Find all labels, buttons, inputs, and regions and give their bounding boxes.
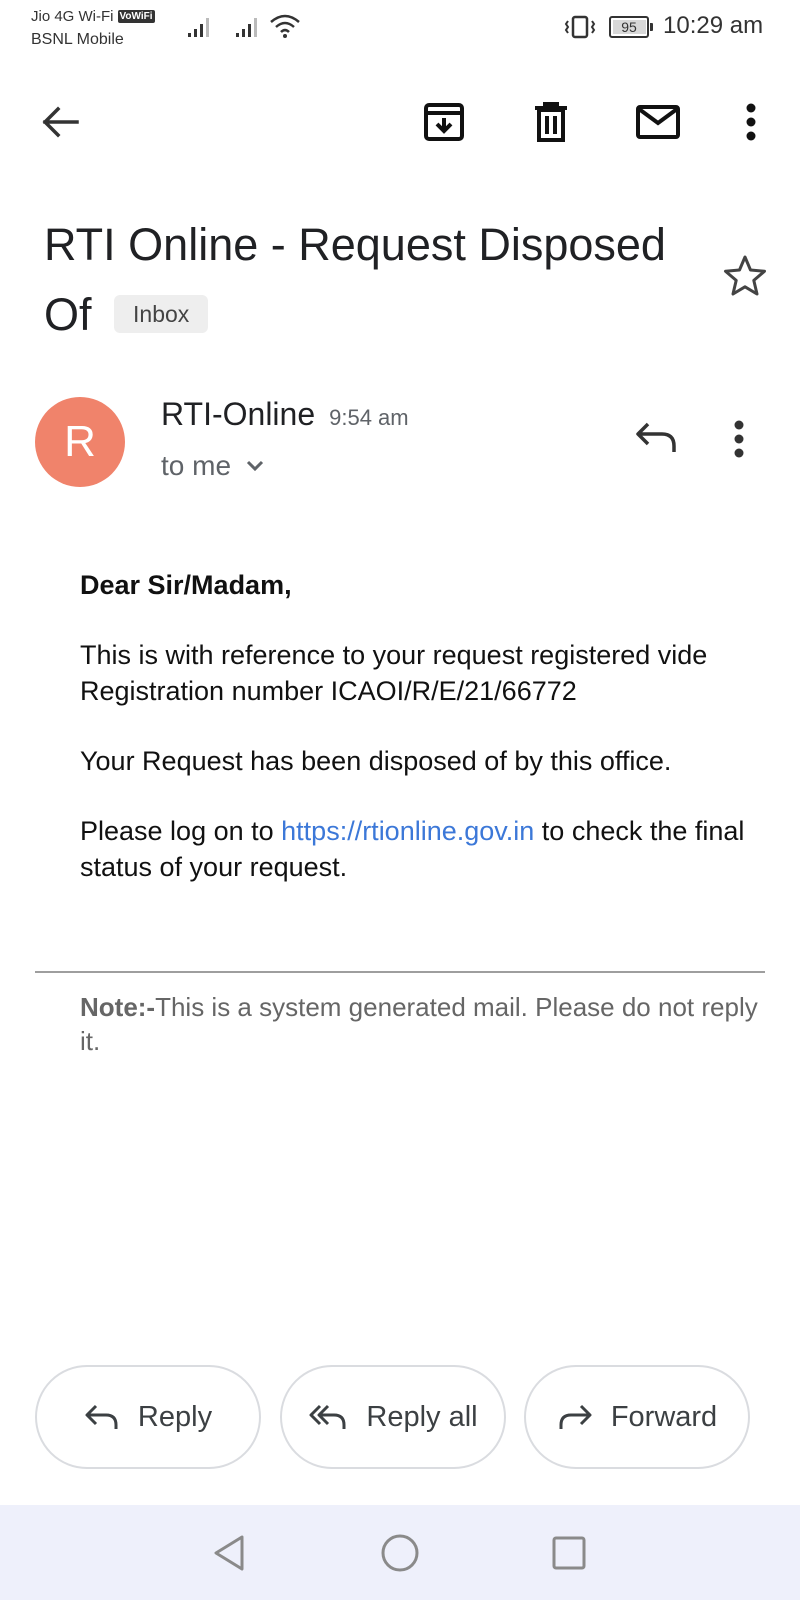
reply-icon[interactable]	[634, 420, 678, 454]
nav-home-button[interactable]	[376, 1529, 424, 1577]
reply-icon	[85, 1404, 118, 1429]
nav-recents-button[interactable]	[545, 1529, 593, 1577]
nav-back-button[interactable]	[205, 1529, 253, 1577]
body-greeting: Dear Sir/Madam,	[80, 570, 292, 600]
body-paragraph-1: This is with reference to your request r…	[80, 640, 708, 706]
signal-strength-icon	[236, 18, 257, 37]
forward-icon	[559, 1404, 592, 1429]
delete-icon[interactable]	[527, 98, 575, 146]
recipients-toggle[interactable]: to me	[161, 450, 265, 482]
reply-all-button[interactable]: Reply all	[280, 1365, 506, 1469]
reply-all-label: Reply all	[366, 1400, 478, 1433]
body-paragraph-3: Please log on to https://rtionline.gov.i…	[80, 813, 760, 885]
circle-home-icon	[381, 1534, 419, 1572]
sender-line: RTI-Online 9:54 am	[161, 396, 409, 433]
more-vert-icon[interactable]	[733, 420, 745, 458]
sent-time: 9:54 am	[329, 405, 409, 430]
clock: 10:29 am	[663, 12, 764, 39]
carrier-1: Jio 4G Wi-Fi VoWiFi	[31, 8, 155, 25]
system-note: Note:-This is a system generated mail. P…	[80, 990, 760, 1058]
status-bar: Jio 4G Wi-Fi VoWiFi BSNL Mobile 95 10:29…	[0, 0, 800, 56]
label-chip-inbox[interactable]: Inbox	[114, 295, 209, 334]
wifi-icon	[270, 14, 300, 38]
mark-unread-icon[interactable]	[634, 98, 682, 146]
sender-name[interactable]: RTI-Online	[161, 396, 315, 433]
email-subject-block: RTI Online - Request Disposed Of Inbox	[44, 210, 684, 350]
reply-button[interactable]: Reply	[35, 1365, 261, 1469]
para3-prefix: Please log on to	[80, 816, 282, 846]
toolbar	[0, 88, 800, 160]
recipients-label: to me	[161, 450, 232, 481]
reply-label: Reply	[137, 1400, 213, 1433]
vowifi-badge: VoWiFi	[117, 10, 155, 23]
carrier-1-label: Jio 4G Wi-Fi	[31, 8, 114, 25]
note-label: Note:-	[80, 992, 156, 1022]
forward-button[interactable]: Forward	[524, 1365, 750, 1469]
chevron-down-icon	[246, 460, 264, 472]
back-arrow-icon[interactable]	[36, 98, 84, 146]
square-recents-icon	[552, 1536, 586, 1570]
note-text: This is a system generated mail. Please …	[80, 992, 758, 1056]
email-body: Dear Sir/Madam, This is with reference t…	[80, 567, 760, 919]
carrier-2: BSNL Mobile	[31, 31, 124, 48]
more-vert-icon[interactable]	[727, 98, 775, 146]
archive-icon[interactable]	[420, 98, 468, 146]
battery-indicator: 95	[609, 16, 653, 38]
forward-label: Forward	[610, 1400, 718, 1433]
star-icon[interactable]	[722, 254, 768, 298]
system-nav-bar	[0, 1505, 800, 1600]
signal-strength-icon	[188, 18, 209, 37]
reply-all-icon	[309, 1404, 346, 1429]
rti-online-link[interactable]: https://rtionline.gov.in	[281, 816, 534, 846]
triangle-back-icon	[214, 1535, 244, 1571]
battery-level: 95	[621, 19, 637, 35]
body-paragraph-2: Your Request has been disposed of by thi…	[80, 746, 672, 776]
vibrate-icon	[564, 15, 596, 39]
divider	[35, 971, 765, 973]
sender-avatar[interactable]: R	[35, 397, 125, 487]
